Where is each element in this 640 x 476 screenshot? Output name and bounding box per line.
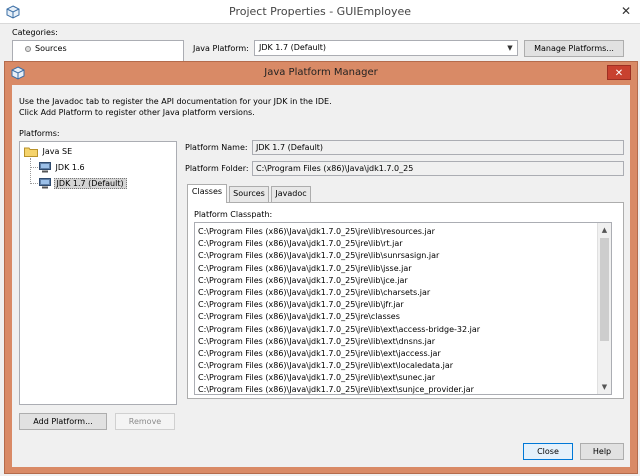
classpath-item[interactable]: C:\Program Files (x86)\Java\jdk1.7.0_25\…	[198, 324, 598, 336]
classpath-item[interactable]: C:\Program Files (x86)\Java\jdk1.7.0_25\…	[198, 238, 598, 250]
classpath-item[interactable]: C:\Program Files (x86)\Java\jdk1.7.0_25\…	[198, 250, 598, 262]
add-platform-button[interactable]: Add Platform...	[19, 413, 107, 430]
classpath-item[interactable]: C:\Program Files (x86)\Java\jdk1.7.0_25\…	[198, 299, 598, 311]
remove-button[interactable]: Remove	[115, 413, 175, 430]
classpath-item[interactable]: C:\Program Files (x86)\Java\jdk1.7.0_25\…	[198, 384, 598, 394]
dialog-titlebar[interactable]: Java Platform Manager ✕	[5, 62, 637, 84]
tree-node-label: JDK 1.7 (Default)	[53, 178, 127, 189]
platform-folder-label: Platform Folder:	[185, 164, 249, 173]
platform-name-field[interactable]: JDK 1.7 (Default)	[252, 140, 624, 155]
help-button[interactable]: Help	[580, 443, 624, 460]
folder-icon	[24, 147, 38, 157]
platforms-tree[interactable]: Java SE JDK 1.6 JDK 1.7 (Default)	[19, 141, 177, 405]
platform-classpath-label: Platform Classpath:	[194, 210, 273, 219]
scroll-thumb[interactable]	[600, 238, 609, 341]
classpath-scrollbar[interactable]: ▲ ▼	[597, 223, 611, 394]
java-platform-label: Java Platform:	[193, 44, 249, 53]
source-node-icon	[25, 46, 31, 52]
info-text-javadoc: Use the Javadoc tab to register the API …	[19, 97, 332, 106]
tree-node-java-se[interactable]: Java SE	[24, 146, 74, 157]
chevron-down-icon: ▼	[507, 44, 513, 52]
info-text-add-platform: Click Add Platform to register other Jav…	[19, 108, 255, 117]
classpath-item[interactable]: C:\Program Files (x86)\Java\jdk1.7.0_25\…	[198, 360, 598, 372]
platform-folder-field[interactable]: C:\Program Files (x86)\Java\jdk1.7.0_25	[252, 161, 624, 176]
close-icon: ✕	[620, 4, 632, 18]
tree-node-jdk-1-6[interactable]: JDK 1.6	[39, 162, 87, 173]
classpath-item[interactable]: C:\Program Files (x86)\Java\jdk1.7.0_25\…	[198, 275, 598, 287]
back-close-button[interactable]: ✕	[612, 0, 640, 22]
tab-sources[interactable]: Sources	[229, 186, 269, 202]
manage-platforms-button[interactable]: Manage Platforms...	[524, 40, 624, 57]
java-platform-select[interactable]: JDK 1.7 (Default) ▼	[254, 40, 518, 56]
categories-label: Categories:	[12, 28, 58, 37]
tree-node-label: JDK 1.6	[55, 163, 85, 172]
classpath-item[interactable]: C:\Program Files (x86)\Java\jdk1.7.0_25\…	[198, 336, 598, 348]
scroll-down-arrow-icon[interactable]: ▼	[598, 380, 611, 394]
jdk-platform-icon	[39, 178, 51, 189]
java-platform-manager-dialog: Java Platform Manager ✕ Use the Javadoc …	[4, 61, 638, 474]
dialog-close-button[interactable]: ✕	[607, 65, 631, 80]
classpath-item[interactable]: C:\Program Files (x86)\Java\jdk1.7.0_25\…	[198, 311, 598, 323]
java-platform-selected-value: JDK 1.7 (Default)	[259, 43, 327, 52]
category-item-sources[interactable]: Sources	[35, 44, 67, 53]
platforms-label: Platforms:	[19, 129, 60, 138]
tree-node-label: Java SE	[42, 147, 73, 156]
scroll-up-arrow-icon[interactable]: ▲	[598, 223, 611, 237]
jdk-platform-icon	[39, 162, 51, 173]
tab-javadoc[interactable]: Javadoc	[271, 186, 311, 202]
classpath-item[interactable]: C:\Program Files (x86)\Java\jdk1.7.0_25\…	[198, 226, 598, 238]
classpath-item[interactable]: C:\Program Files (x86)\Java\jdk1.7.0_25\…	[198, 372, 598, 384]
project-properties-title: Project Properties - GUIEmployee	[229, 5, 411, 18]
tab-classes[interactable]: Classes	[187, 184, 227, 203]
project-properties-titlebar: Project Properties - GUIEmployee ✕	[0, 0, 640, 24]
tree-connector	[30, 158, 31, 184]
classpath-item[interactable]: C:\Program Files (x86)\Java\jdk1.7.0_25\…	[198, 263, 598, 275]
classes-tab-panel: Platform Classpath: C:\Program Files (x8…	[187, 202, 624, 399]
platform-name-label: Platform Name:	[185, 143, 248, 152]
close-button[interactable]: Close	[523, 443, 573, 460]
tree-node-jdk-1-7-default[interactable]: JDK 1.7 (Default)	[39, 178, 127, 189]
tree-connector	[30, 183, 38, 184]
classpath-item[interactable]: C:\Program Files (x86)\Java\jdk1.7.0_25\…	[198, 287, 598, 299]
close-icon: ✕	[614, 68, 624, 79]
dialog-body: Use the Javadoc tab to register the API …	[12, 85, 630, 467]
classpath-items: C:\Program Files (x86)\Java\jdk1.7.0_25\…	[198, 226, 598, 394]
dialog-title: Java Platform Manager	[264, 67, 378, 78]
platform-classpath-list[interactable]: C:\Program Files (x86)\Java\jdk1.7.0_25\…	[194, 222, 612, 395]
tree-connector	[30, 167, 38, 168]
classpath-item[interactable]: C:\Program Files (x86)\Java\jdk1.7.0_25\…	[198, 348, 598, 360]
